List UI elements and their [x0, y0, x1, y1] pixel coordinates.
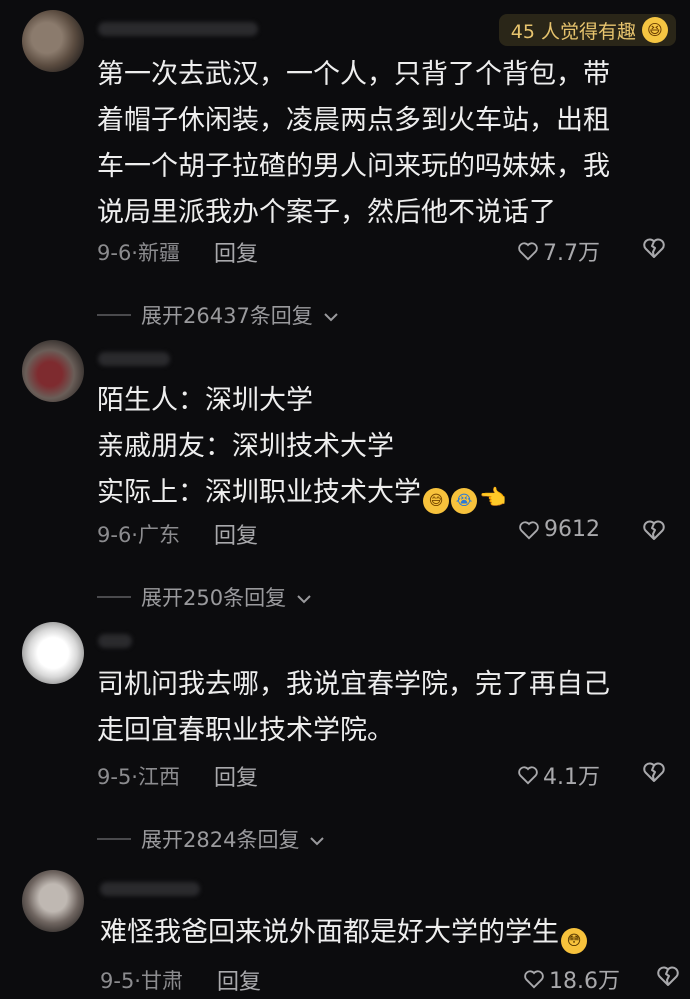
comment-meta: 9-6·广东 回复: [97, 518, 258, 550]
chevron-down-icon: [296, 585, 312, 609]
comment-text: 司机问我去哪，我说宜春学院，完了再自己 走回宜春职业技术学院。: [97, 662, 667, 754]
comment-line: 司机问我去哪，我说宜春学院，完了再自己: [97, 669, 610, 700]
dislike-broken-heart-icon[interactable]: [642, 761, 666, 783]
dislike-broken-heart-icon[interactable]: [642, 519, 666, 541]
username-blurred[interactable]: [100, 882, 200, 896]
date-location: 9-6·新疆: [97, 241, 180, 265]
chevron-down-icon: [309, 827, 325, 851]
like-count: 9612: [544, 517, 600, 542]
avatar[interactable]: [22, 622, 84, 684]
comment-meta: 9-6·新疆 回复: [97, 236, 258, 268]
comment-line: 着帽子休闲装，凌晨两点多到火车站，出租: [97, 105, 610, 136]
dislike-broken-heart-icon[interactable]: [642, 237, 666, 259]
like-button[interactable]: 9612: [518, 517, 600, 542]
comment-meta: 9-5·甘肃 回复: [100, 964, 261, 996]
comment-line: 实际上：深圳职业技术大学: [97, 477, 421, 508]
like-count: 18.6万: [549, 969, 620, 994]
comment-text: 第一次去武汉，一个人，只背了个背包，带 着帽子休闲装，凌晨两点多到火车站，出租 …: [97, 52, 667, 236]
flushed-face-icon: 😳: [561, 928, 587, 954]
divider: [97, 838, 131, 840]
comment-line: 说局里派我办个案子，然后他不说话了: [97, 197, 556, 228]
expand-replies[interactable]: 展开250条回复: [97, 582, 312, 612]
comment-text: 难怪我爸回来说外面都是好大学的学生 😳: [100, 910, 670, 956]
grinning-sweat-icon: 😅: [423, 488, 449, 514]
crying-face-icon: 😭: [451, 488, 477, 514]
expand-replies-label: 展开2824条回复: [141, 828, 300, 852]
expand-replies-label: 展开26437条回复: [141, 304, 313, 328]
reply-button[interactable]: 回复: [214, 236, 258, 268]
comment-line-with-emojis: 实际上：深圳职业技术大学 😅 😭 👈: [97, 470, 667, 516]
username-blurred[interactable]: [98, 22, 258, 36]
avatar[interactable]: [22, 340, 84, 402]
pointing-hand-icon: 👈: [479, 486, 507, 511]
comment-line: 第一次去武汉，一个人，只背了个背包，带: [97, 59, 610, 90]
reply-button[interactable]: 回复: [217, 964, 261, 996]
comment-line: 车一个胡子拉碴的男人问来玩的吗妹妹，我: [97, 151, 610, 182]
date-location: 9-5·江西: [97, 765, 180, 789]
date-location: 9-5·甘肃: [100, 969, 183, 993]
dislike-broken-heart-icon[interactable]: [656, 965, 680, 987]
laughing-face-icon: 😆: [642, 17, 668, 43]
like-count: 7.7万: [543, 241, 600, 266]
like-button[interactable]: 4.1万: [517, 759, 600, 791]
heart-icon: [517, 241, 539, 261]
like-button[interactable]: 18.6万: [523, 963, 620, 995]
comment-line: 陌生人：深圳大学: [97, 385, 313, 416]
divider: [97, 596, 131, 598]
username-blurred[interactable]: [98, 352, 170, 366]
date-location: 9-6·广东: [97, 523, 180, 547]
avatar[interactable]: [22, 870, 84, 932]
comment-line: 难怪我爸回来说外面都是好大学的学生: [100, 917, 559, 948]
chevron-down-icon: [323, 303, 339, 327]
heart-icon: [523, 969, 545, 989]
comment-line-with-emojis: 难怪我爸回来说外面都是好大学的学生 😳: [100, 910, 670, 956]
like-count: 4.1万: [543, 765, 600, 790]
badge-text: 45 人觉得有趣: [510, 20, 636, 43]
reply-button[interactable]: 回复: [214, 760, 258, 792]
comment-line: 亲戚朋友：深圳技术大学: [97, 431, 394, 462]
comment-meta: 9-5·江西 回复: [97, 760, 258, 792]
heart-icon: [518, 520, 540, 540]
comment-line: 走回宜春职业技术学院。: [97, 715, 394, 746]
expand-replies-label: 展开250条回复: [141, 586, 287, 610]
expand-replies[interactable]: 展开2824条回复: [97, 824, 325, 854]
reply-button[interactable]: 回复: [214, 518, 258, 550]
comment-text: 陌生人：深圳大学 亲戚朋友：深圳技术大学 实际上：深圳职业技术大学 😅 😭 👈: [97, 378, 667, 516]
divider: [97, 314, 131, 316]
username-blurred[interactable]: [98, 634, 132, 648]
avatar[interactable]: [22, 10, 84, 72]
heart-icon: [517, 765, 539, 785]
like-button[interactable]: 7.7万: [517, 235, 600, 267]
funny-count-badge[interactable]: 45 人觉得有趣 😆: [498, 14, 676, 46]
expand-replies[interactable]: 展开26437条回复: [97, 300, 339, 330]
